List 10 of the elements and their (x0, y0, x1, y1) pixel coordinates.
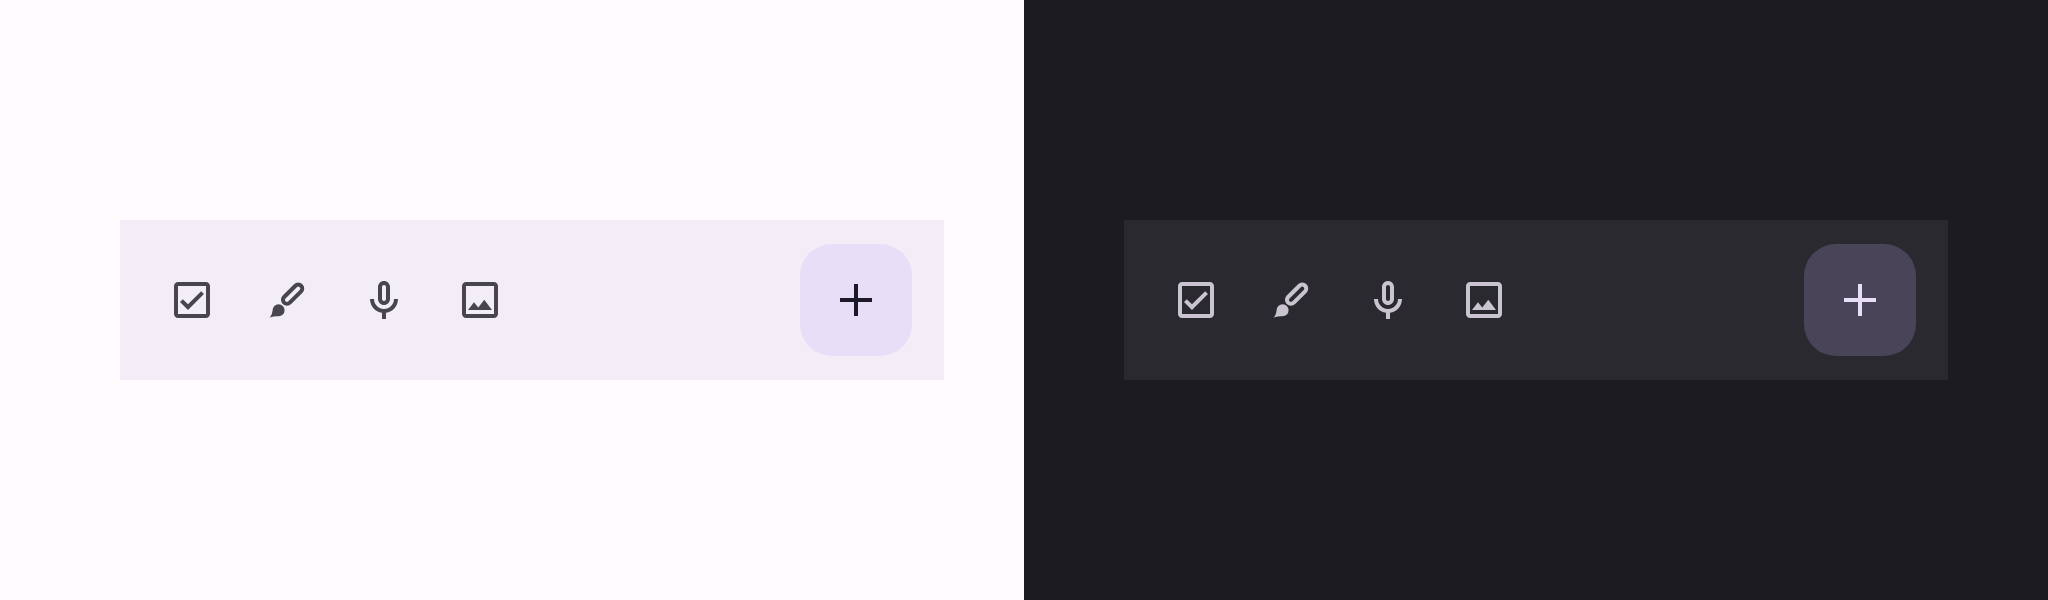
add-icon (840, 284, 872, 316)
microphone-icon (370, 281, 398, 319)
image-icon (462, 282, 498, 318)
image-icon (1466, 282, 1502, 318)
brush-icon (269, 281, 307, 319)
add-icon (1844, 284, 1876, 316)
checkbox-icon (174, 282, 210, 318)
checkbox-icon (1178, 282, 1214, 318)
microphone-icon (1374, 281, 1402, 319)
brush-icon (1273, 281, 1311, 319)
